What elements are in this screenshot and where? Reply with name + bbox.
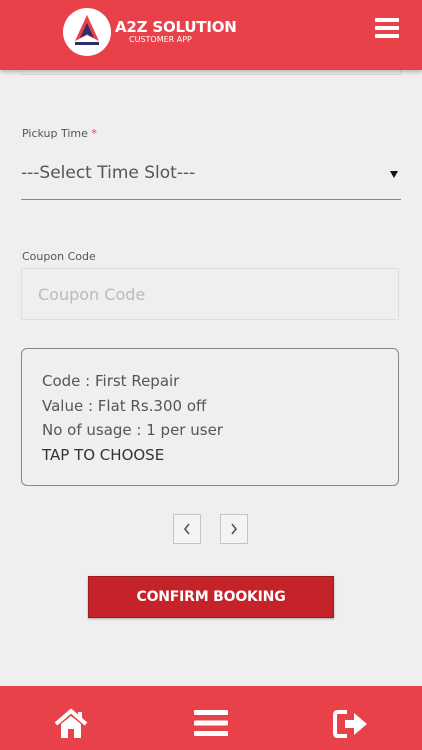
brand-title: A2Z SOLUTION: [115, 18, 237, 36]
pickup-time-selected: ---Select Time Slot---: [21, 163, 196, 183]
previous-coupon-button[interactable]: [173, 514, 201, 544]
pickup-time-label: Pickup Time *: [22, 127, 97, 140]
app-header: A2Z SOLUTION CUSTOMER APP: [0, 0, 422, 70]
pickup-time-label-text: Pickup Time: [22, 127, 88, 140]
bottom-nav-bar: [0, 686, 422, 750]
hamburger-menu-icon[interactable]: [375, 18, 399, 38]
coupon-usage-line: No of usage : 1 per user: [42, 421, 223, 439]
coupon-code-label: Coupon Code: [22, 250, 96, 263]
brand-subtitle: CUSTOMER APP: [129, 35, 192, 44]
brand-block: A2Z SOLUTION CUSTOMER APP: [115, 19, 237, 44]
coupon-value-line: Value : Flat Rs.300 off: [42, 396, 207, 415]
home-icon[interactable]: [53, 708, 89, 740]
coupon-code-input[interactable]: [21, 268, 399, 320]
app-logo: [63, 8, 111, 56]
logout-icon[interactable]: [333, 708, 369, 740]
required-mark: *: [91, 127, 97, 140]
tap-to-choose-text: TAP TO CHOOSE: [42, 445, 165, 464]
pickup-time-select[interactable]: ---Select Time Slot---: [21, 155, 401, 200]
chevron-left-icon: [183, 523, 190, 535]
coupon-code-line: Code : First Repair: [42, 372, 180, 390]
chevron-right-icon: [231, 523, 238, 535]
next-coupon-button[interactable]: [220, 514, 248, 544]
dropdown-arrow-icon: [390, 171, 398, 178]
menu-icon[interactable]: [194, 708, 228, 738]
confirm-booking-button[interactable]: CONFIRM BOOKING: [88, 576, 334, 618]
coupon-card[interactable]: Code : First Repair Value : Flat Rs.300 …: [21, 348, 399, 486]
